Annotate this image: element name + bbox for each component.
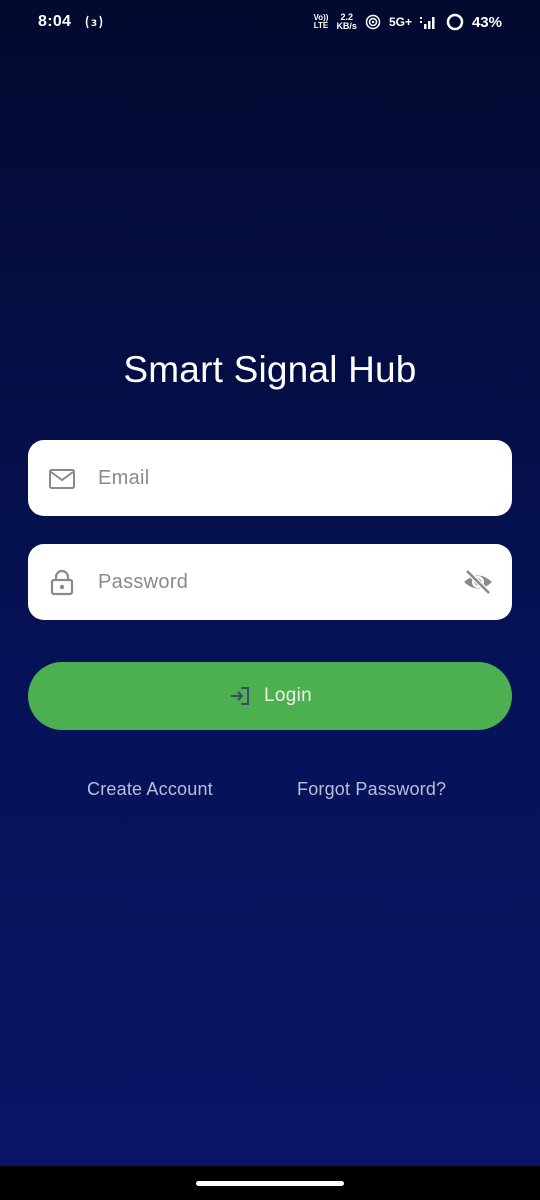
battery-icon — [446, 13, 464, 31]
login-button[interactable]: Login — [28, 662, 512, 730]
status-time: 8:04 — [38, 13, 72, 30]
email-input[interactable] — [98, 458, 438, 498]
login-label: Login — [264, 685, 312, 706]
network-speed: 2.2 KB/s — [336, 12, 357, 31]
svg-text:3: 3 — [91, 19, 97, 29]
password-field[interactable] — [28, 544, 512, 620]
app-title: Smart Signal Hub — [123, 349, 417, 390]
password-input[interactable] — [98, 562, 438, 602]
status-bar: 8:04 3 Vo)) LTE 2.2 KB/s 5G+ 43% — [0, 0, 540, 44]
login-icon — [231, 687, 249, 705]
network-type: 5G+ — [388, 15, 412, 29]
mail-icon — [49, 469, 75, 489]
eye-off-icon[interactable] — [462, 568, 494, 596]
signal-icon — [419, 17, 435, 29]
lock-icon — [50, 569, 74, 596]
hotspot-icon: 3 — [85, 15, 103, 29]
home-indicator[interactable] — [196, 1181, 344, 1186]
forgot-password-link[interactable]: Forgot Password? — [297, 779, 446, 800]
volte-indicator: Vo)) LTE — [313, 13, 329, 30]
create-account-link[interactable]: Create Account — [87, 779, 213, 800]
wifi-calling-icon — [365, 14, 381, 30]
status-indicators: Vo)) LTE 2.2 KB/s 5G+ 43% — [313, 10, 502, 34]
email-field[interactable] — [28, 440, 512, 516]
battery-percentage: 43% — [471, 13, 502, 31]
navigation-bar — [0, 1166, 540, 1200]
